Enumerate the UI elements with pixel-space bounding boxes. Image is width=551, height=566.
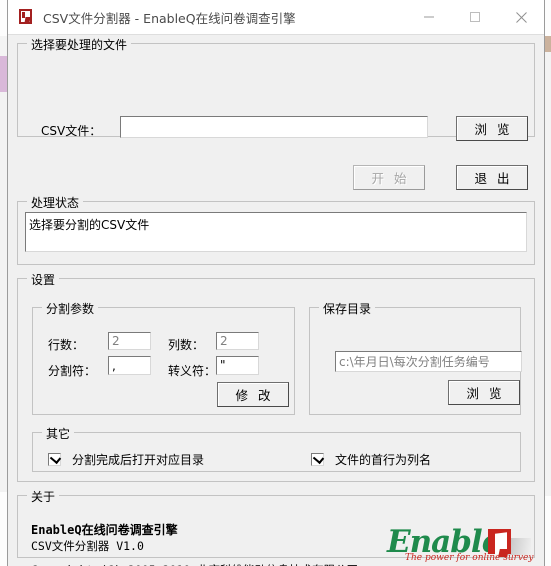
save-dir-legend: 保存目录	[319, 300, 376, 317]
screen: CSV文件分割器 - EnableQ在线问卷调查引擎 选择要处理的文件 CSV文…	[0, 0, 551, 566]
about-product-version: CSV文件分割器 V1.0	[31, 539, 144, 553]
background-right-panel	[545, 36, 551, 496]
escape-input[interactable]: "	[216, 356, 259, 375]
browse-file-button[interactable]: 浏 览	[456, 116, 528, 141]
delimiter-label: 分割符：	[48, 364, 97, 378]
cols-input[interactable]: 2	[216, 332, 259, 350]
close-icon[interactable]	[498, 0, 544, 34]
window-controls	[406, 0, 544, 34]
minimize-icon[interactable]	[406, 0, 452, 34]
logo-tagline: The power for online survey	[405, 553, 534, 563]
settings-legend: 设置	[27, 271, 60, 288]
escape-label: 转义符：	[168, 364, 217, 378]
background-left-panel	[0, 92, 7, 492]
header-row-checkbox-label: 文件的首行为列名	[335, 453, 432, 467]
csv-file-input[interactable]	[120, 116, 428, 138]
rows-input[interactable]: 2	[108, 332, 151, 350]
about-legend: 关于	[27, 488, 60, 505]
delimiter-input[interactable]: ,	[108, 356, 151, 375]
save-dir-input[interactable]: c:\年月日\每次分割任务编号	[335, 351, 522, 372]
about-product-name: EnableQ在线问卷调查引擎	[31, 523, 178, 537]
app-window: CSV文件分割器 - EnableQ在线问卷调查引擎 选择要处理的文件 CSV文…	[7, 0, 545, 566]
background-left-edge-top	[0, 36, 7, 56]
app-q-icon	[18, 8, 34, 26]
csv-file-label: CSV文件：	[41, 124, 102, 138]
exit-button[interactable]: 退 出	[456, 165, 528, 190]
start-button[interactable]: 开 始	[353, 165, 425, 190]
status-legend: 处理状态	[27, 194, 84, 211]
status-textarea[interactable]: 选择要分割的CSV文件	[25, 212, 527, 252]
open-dir-checkbox-label: 分割完成后打开对应目录	[72, 453, 205, 467]
window-title: CSV文件分割器 - EnableQ在线问卷调查引擎	[43, 10, 296, 26]
modify-button[interactable]: 修 改	[217, 382, 289, 407]
other-options-legend: 其它	[42, 425, 75, 442]
background-right-titlebar-sliver	[545, 36, 551, 52]
background-left-purple-strip	[0, 56, 7, 92]
rows-label: 行数：	[48, 338, 85, 352]
client-area: 选择要处理的文件 CSV文件： 浏 览 开 始 退 出 处理状态 选择要分割的C…	[8, 35, 544, 566]
browse-save-dir-button[interactable]: 浏 览	[448, 380, 520, 405]
header-row-checkbox[interactable]: 文件的首行为列名	[311, 451, 431, 468]
about-copyright: Copyright (C) 2005-2010 北京科维能动信息技术有限公司	[31, 562, 358, 566]
enableq-logo: Enable The power for online survey	[387, 524, 534, 566]
split-params-legend: 分割参数	[42, 300, 99, 317]
cols-label: 列数：	[168, 338, 205, 352]
title-bar: CSV文件分割器 - EnableQ在线问卷调查引擎	[8, 0, 544, 35]
file-selection-legend: 选择要处理的文件	[27, 36, 132, 53]
maximize-icon[interactable]	[452, 0, 498, 34]
open-dir-checkbox[interactable]: 分割完成后打开对应目录	[48, 451, 204, 468]
open-dir-checkbox-box[interactable]	[48, 452, 62, 466]
header-row-checkbox-box[interactable]	[311, 452, 325, 466]
